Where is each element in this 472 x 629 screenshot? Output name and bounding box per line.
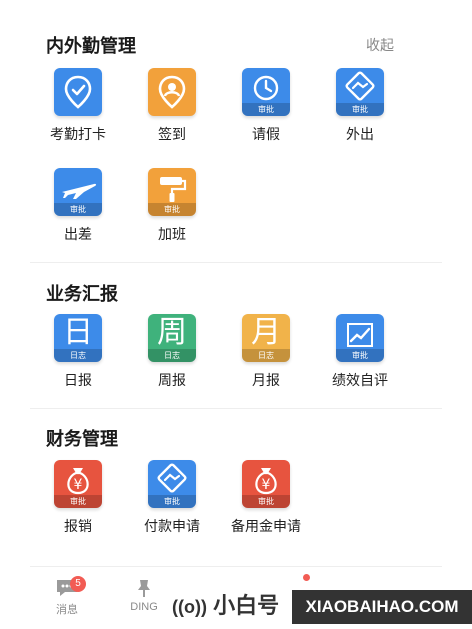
money-bag-icon: ¥ 审批 <box>242 460 290 508</box>
tile-label: 备用金申请 <box>231 518 301 534</box>
approval-badge: 审批 <box>242 495 290 508</box>
location-pin-icon <box>54 68 102 116</box>
tile-monthly-report[interactable]: 月 日志 月报 <box>226 314 306 390</box>
approval-badge: 审批 <box>242 103 290 116</box>
tile-business-trip[interactable]: 审批 出差 <box>38 168 118 244</box>
approval-badge: 审批 <box>336 103 384 116</box>
icon-glyph: 日 <box>63 315 93 350</box>
tile-label: 请假 <box>252 126 280 142</box>
tile-performance-review[interactable]: 审批 绩效自评 <box>320 314 400 390</box>
trend-chart-icon: 审批 <box>336 314 384 362</box>
watermark-text: ((o)) 小白号 <box>172 593 280 618</box>
tab-label: 消息 <box>56 604 78 616</box>
log-badge: 日志 <box>242 349 290 362</box>
tile-petty-cash-request[interactable]: ¥ 审批 备用金申请 <box>226 460 306 536</box>
paint-roller-icon: 审批 <box>148 168 196 216</box>
monthly-log-icon: 月 日志 <box>242 314 290 362</box>
handshake-icon: 审批 <box>148 460 196 508</box>
tile-sign-in[interactable]: 签到 <box>132 68 212 144</box>
tile-label: 付款申请 <box>144 518 200 534</box>
tile-overtime[interactable]: 审批 加班 <box>132 168 212 244</box>
approval-badge: 审批 <box>148 203 196 216</box>
section-divider <box>30 262 442 263</box>
pin-icon <box>138 580 150 597</box>
clock-icon: 审批 <box>242 68 290 116</box>
log-badge: 日志 <box>54 349 102 362</box>
icon-glyph: 周 <box>157 315 187 350</box>
tile-go-out[interactable]: 审批 外出 <box>320 68 400 144</box>
unread-count-badge: 5 <box>70 576 86 592</box>
watermark-site: XIAOBAIHAO.COM <box>292 590 472 624</box>
log-badge: 日志 <box>148 349 196 362</box>
tile-reimbursement[interactable]: ¥ 审批 报销 <box>38 460 118 536</box>
tile-attendance-clock[interactable]: 考勤打卡 <box>38 68 118 144</box>
daily-log-icon: 日 日志 <box>54 314 102 362</box>
tile-leave-request[interactable]: 审批 请假 <box>226 68 306 144</box>
tile-label: 月报 <box>252 372 280 388</box>
tile-label: 报销 <box>64 518 92 534</box>
tile-daily-report[interactable]: 日 日志 日报 <box>38 314 118 390</box>
handshake-icon: 审批 <box>336 68 384 116</box>
section-title-attendance: 内外勤管理 <box>46 36 136 56</box>
tile-label: 周报 <box>158 372 186 388</box>
approval-badge: 审批 <box>54 495 102 508</box>
section-divider <box>30 408 442 409</box>
tabbar-divider <box>30 566 442 567</box>
user-pin-icon <box>148 68 196 116</box>
section-title-finance: 财务管理 <box>46 429 118 449</box>
tile-label: 签到 <box>158 126 186 142</box>
tile-label: 绩效自评 <box>332 372 388 388</box>
collapse-button[interactable]: 收起 <box>366 35 394 55</box>
icon-glyph: 月 <box>251 315 281 350</box>
tile-label: 加班 <box>158 226 186 242</box>
approval-badge: 审批 <box>148 495 196 508</box>
tile-label: 外出 <box>346 126 374 142</box>
approval-badge: 审批 <box>336 349 384 362</box>
tile-weekly-report[interactable]: 周 日志 周报 <box>132 314 212 390</box>
notification-dot <box>303 574 310 581</box>
money-bag-icon: ¥ 审批 <box>54 460 102 508</box>
tab-label: DING <box>130 601 158 613</box>
tab-ding[interactable]: DING <box>124 578 164 613</box>
airplane-icon: 审批 <box>54 168 102 216</box>
tile-label: 考勤打卡 <box>50 126 106 142</box>
tile-label: 出差 <box>64 226 92 242</box>
section-title-business: 业务汇报 <box>46 284 118 304</box>
weekly-log-icon: 周 日志 <box>148 314 196 362</box>
tile-label: 日报 <box>64 372 92 388</box>
tile-payment-request[interactable]: 审批 付款申请 <box>132 460 212 536</box>
approval-badge: 审批 <box>54 203 102 216</box>
